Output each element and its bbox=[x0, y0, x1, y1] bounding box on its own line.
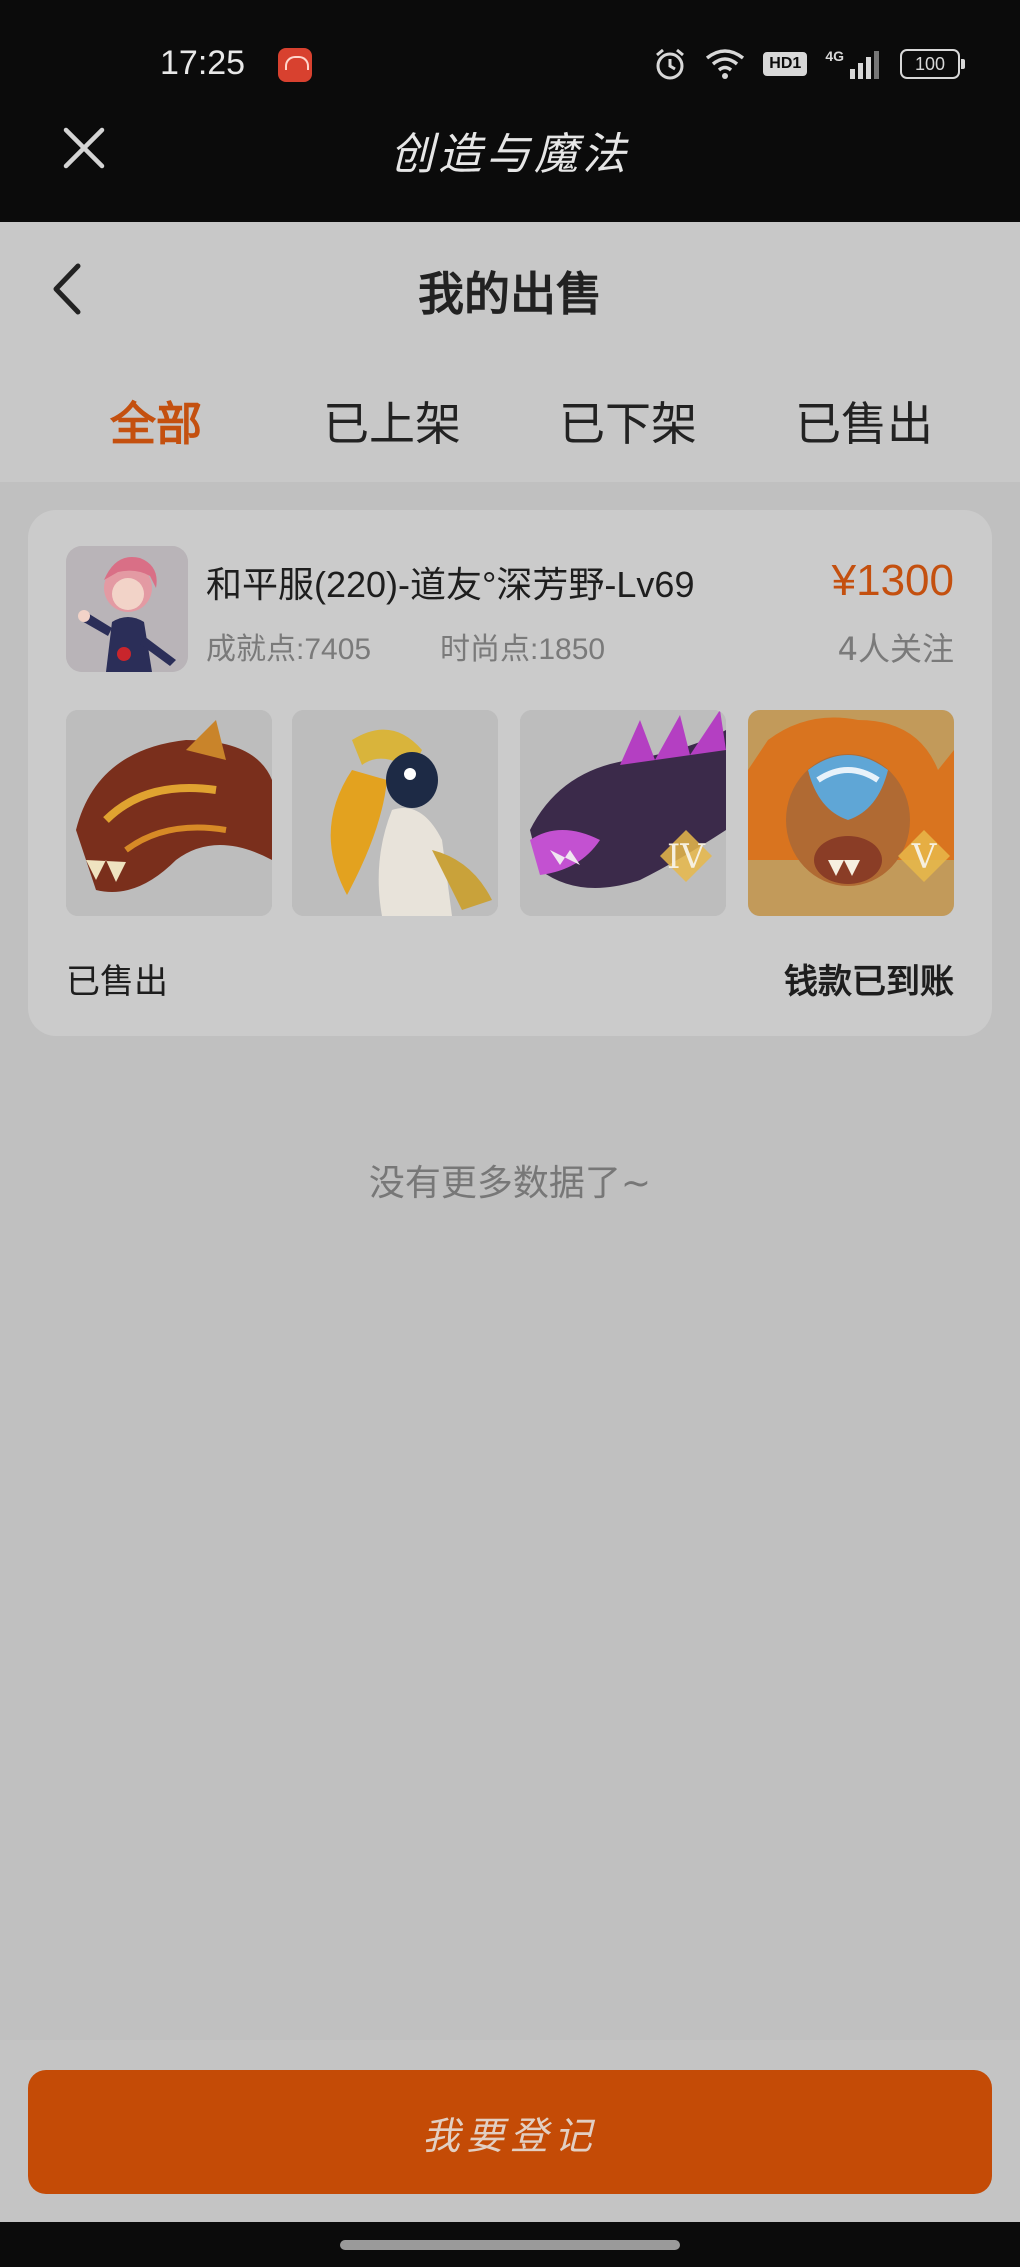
thumbnail-lava-dragon[interactable] bbox=[66, 710, 272, 916]
status-icons: HD1 4G 100 bbox=[653, 46, 965, 82]
character-avatar bbox=[66, 546, 188, 672]
wifi-icon bbox=[706, 49, 745, 79]
battery-icon: 100 bbox=[900, 49, 965, 79]
svg-text:V: V bbox=[911, 837, 938, 877]
svg-text:IV: IV bbox=[667, 837, 706, 877]
fashion-points: 时尚点:1850 bbox=[440, 633, 606, 666]
alarm-icon bbox=[656, 48, 685, 80]
achievement-points: 成就点:7405 bbox=[206, 633, 372, 666]
listing-status: 已售出 bbox=[66, 962, 168, 1002]
status-time: 17:25 bbox=[160, 44, 246, 82]
register-button[interactable]: 我要登记 bbox=[28, 2070, 992, 2194]
signal-icon bbox=[850, 51, 879, 79]
register-button-label: 我要登记 bbox=[421, 2113, 598, 2158]
thumbnail-hornbill[interactable] bbox=[292, 710, 498, 916]
thumbnail-lion-mount[interactable]: V bbox=[748, 710, 954, 916]
listing-price: ¥1300 bbox=[831, 556, 954, 605]
listing-title: 和平服(220)-道友°深芳野-Lv69 bbox=[206, 564, 695, 605]
no-more-data-message: 没有更多数据了~ bbox=[368, 1163, 652, 1204]
home-indicator[interactable] bbox=[340, 2240, 680, 2250]
network-label: 4G bbox=[825, 48, 844, 64]
tab-sold[interactable]: 已售出 bbox=[764, 388, 964, 454]
payment-status: 钱款已到账 bbox=[784, 962, 954, 1002]
hd-icon: HD1 bbox=[763, 52, 808, 76]
tab-bar: 全部 已上架 已下架 已售出 bbox=[0, 388, 1020, 451]
follower-count: 4人关注 bbox=[837, 630, 954, 668]
tab-delisted[interactable]: 已下架 bbox=[528, 388, 728, 454]
mini-program-title: 创造与魔法 bbox=[390, 129, 630, 180]
page-title: 我的出售 bbox=[418, 267, 602, 321]
tab-all[interactable]: 全部 bbox=[56, 388, 256, 454]
app-notification-icon bbox=[278, 48, 312, 82]
thumbnail-purple-beast[interactable]: IV bbox=[520, 710, 726, 916]
tab-listed[interactable]: 已上架 bbox=[292, 388, 492, 454]
